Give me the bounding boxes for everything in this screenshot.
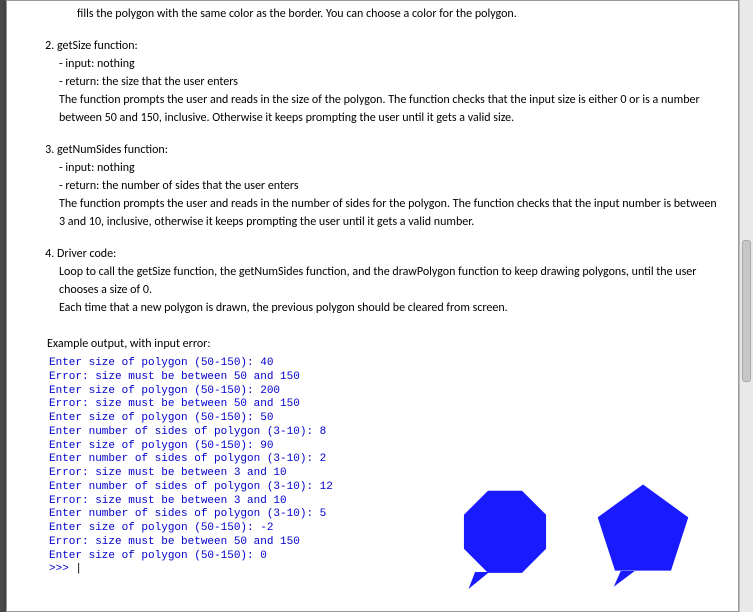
getnumsides-return: - return: the number of sides that the u… (59, 177, 718, 195)
terminal-prompt: >>> | (49, 563, 409, 577)
pentagon-polygon (598, 485, 688, 570)
getsize-input: - input: nothing (59, 55, 718, 73)
list-item-driver: Driver code: Loop to call the getSize fu… (57, 245, 718, 317)
terminal-line: Enter size of polygon (50-150): 0 (49, 550, 409, 564)
polygon-figures (450, 481, 698, 591)
getsize-title: getSize function: (57, 39, 138, 53)
terminal-line: Enter number of sides of polygon (3-10):… (49, 426, 409, 440)
vertical-scrollbar[interactable] (739, 0, 753, 612)
getnumsides-body: The function prompts the user and reads … (59, 195, 718, 231)
terminal-line: Enter size of polygon (50-150): 40 (49, 357, 409, 371)
terminal-line: Error: size must be between 50 and 150 (49, 536, 409, 550)
octagon-polygon (464, 491, 545, 572)
example-caption: Example output, with input error: (47, 335, 718, 353)
terminal-line: Enter number of sides of polygon (3-10):… (49, 508, 409, 522)
terminal-output: Enter size of polygon (50-150): 40Error:… (49, 357, 409, 577)
list-item-getsize: getSize function: - input: nothing - ret… (57, 37, 718, 127)
document-viewport: fills the polygon with the same color as… (0, 0, 753, 612)
document-page: fills the polygon with the same color as… (6, 0, 739, 612)
terminal-line: Error: size must be between 3 and 10 (49, 467, 409, 481)
getnumsides-title: getNumSides function: (57, 143, 168, 157)
getsize-return: - return: the size that the user enters (59, 73, 718, 91)
terminal-line: Error: size must be between 50 and 150 (49, 398, 409, 412)
terminal-line: Enter number of sides of polygon (3-10):… (49, 481, 409, 495)
terminal-line: Enter size of polygon (50-150): -2 (49, 522, 409, 536)
scrollbar-thumb[interactable] (742, 240, 751, 382)
getnumsides-input: - input: nothing (59, 159, 718, 177)
octagon-shape (450, 481, 560, 591)
pentagon-tail (615, 571, 634, 585)
intro-paragraph-fragment: fills the polygon with the same color as… (77, 5, 718, 23)
driver-body2: Each time that a new polygon is drawn, t… (59, 299, 718, 317)
list-item-getnumsides: getNumSides function: - input: nothing -… (57, 141, 718, 231)
getsize-body: The function prompts the user and reads … (59, 91, 718, 127)
terminal-line: Enter number of sides of polygon (3-10):… (49, 453, 409, 467)
driver-body1: Loop to call the getSize function, the g… (59, 263, 718, 299)
terminal-line: Enter size of polygon (50-150): 90 (49, 440, 409, 454)
driver-title: Driver code: (57, 247, 116, 261)
terminal-line: Error: size must be between 3 and 10 (49, 495, 409, 509)
terminal-line: Enter size of polygon (50-150): 200 (49, 385, 409, 399)
octagon-tail (469, 572, 488, 587)
pentagon-shape (588, 481, 698, 591)
terminal-line: Error: size must be between 50 and 150 (49, 371, 409, 385)
terminal-line: Enter size of polygon (50-150): 50 (49, 412, 409, 426)
numbered-list: getSize function: - input: nothing - ret… (57, 37, 718, 317)
